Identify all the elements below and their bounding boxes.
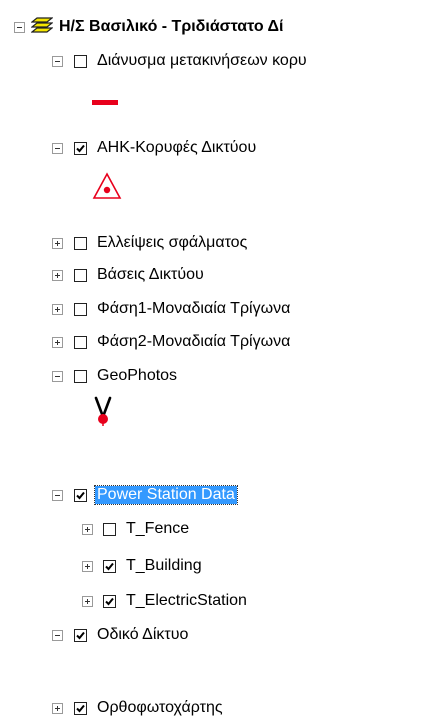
layer-row-network-vertices[interactable]: ΑΗΚ-Κορυφές Δικτύου (52, 137, 256, 159)
expand-toggle-icon[interactable] (52, 303, 63, 315)
layer-checkbox[interactable] (103, 559, 116, 573)
expand-toggle-icon[interactable] (82, 523, 93, 535)
expand-toggle-icon[interactable] (82, 595, 93, 607)
layer-checkbox[interactable] (74, 141, 87, 155)
expand-toggle-icon[interactable] (52, 336, 63, 348)
expand-toggle-icon[interactable] (52, 237, 63, 249)
collapse-toggle-icon[interactable] (14, 21, 25, 33)
expand-toggle-icon[interactable] (52, 269, 63, 281)
layer-label[interactable]: Οδικό Δίκτυο (97, 626, 188, 644)
layer-label[interactable]: Φάση1-Μοναδιαία Τρίγωνα (97, 300, 290, 318)
layer-label[interactable]: T_ElectricStation (126, 592, 247, 610)
layers-group-icon (30, 16, 54, 39)
layer-row-orthophoto-map[interactable]: Ορθοφωτοχάρτης (52, 697, 223, 719)
layer-row-t-building[interactable]: T_Building (82, 555, 202, 577)
red-line-icon (92, 93, 118, 111)
layer-checkbox[interactable] (74, 628, 87, 642)
layer-checkbox[interactable] (74, 335, 87, 349)
expand-toggle-icon[interactable] (52, 702, 63, 714)
layer-checkbox[interactable] (74, 369, 87, 383)
layer-row-t-electricstation[interactable]: T_ElectricStation (82, 590, 247, 612)
layer-checkbox[interactable] (74, 236, 87, 250)
layer-row-network-bases[interactable]: Βάσεις Δικτύου (52, 264, 204, 286)
root-group-label[interactable]: Η/Σ Βασιλικό - Τριδιάστατο Δί (59, 18, 283, 36)
layer-label[interactable]: Ελλείψεις σφάλματος (97, 234, 247, 252)
layer-label-selected[interactable]: Power Station Data (94, 485, 238, 505)
layer-label[interactable]: GeoPhotos (97, 367, 177, 385)
layer-label[interactable]: ΑΗΚ-Κορυφές Δικτύου (97, 139, 256, 157)
layer-row-geophotos[interactable]: GeoPhotos (52, 365, 177, 387)
layer-row-error-ellipses[interactable]: Ελλείψεις σφάλματος (52, 232, 247, 254)
toc-root-row[interactable]: Η/Σ Βασιλικό - Τριδιάστατο Δί (14, 16, 283, 38)
layer-row-movement-vector[interactable]: Διάνυσμα μετακινήσεων κορυ (52, 50, 307, 72)
layer-label[interactable]: Ορθοφωτοχάρτης (97, 699, 223, 717)
geophoto-marker-icon (93, 395, 113, 434)
triangle-point-icon (92, 172, 122, 205)
layer-row-phase1-triangles[interactable]: Φάση1-Μοναδιαία Τρίγωνα (52, 298, 290, 320)
layer-row-road-network[interactable]: Οδικό Δίκτυο (52, 624, 188, 646)
expand-toggle-icon[interactable] (82, 560, 93, 572)
layer-label[interactable]: T_Building (126, 557, 202, 575)
layer-checkbox[interactable] (74, 302, 87, 316)
layer-label[interactable]: T_Fence (126, 520, 189, 538)
layer-checkbox[interactable] (74, 488, 87, 502)
layer-row-power-station-data[interactable]: Power Station Data (52, 484, 238, 506)
layer-checkbox[interactable] (74, 54, 87, 68)
collapse-toggle-icon[interactable] (52, 55, 63, 67)
collapse-toggle-icon[interactable] (52, 629, 63, 641)
layer-label[interactable]: Βάσεις Δικτύου (97, 266, 204, 284)
layer-checkbox[interactable] (74, 268, 87, 282)
layer-label[interactable]: Διάνυσμα μετακινήσεων κορυ (97, 52, 307, 70)
layer-row-phase2-triangles[interactable]: Φάση2-Μοναδιαία Τρίγωνα (52, 331, 290, 353)
layer-checkbox[interactable] (103, 522, 116, 536)
layer-row-t-fence[interactable]: T_Fence (82, 518, 189, 540)
collapse-toggle-icon[interactable] (52, 489, 63, 501)
collapse-toggle-icon[interactable] (52, 142, 63, 154)
layer-label[interactable]: Φάση2-Μοναδιαία Τρίγωνα (97, 333, 290, 351)
layer-checkbox[interactable] (103, 594, 116, 608)
collapse-toggle-icon[interactable] (52, 370, 63, 382)
layer-checkbox[interactable] (74, 701, 87, 715)
